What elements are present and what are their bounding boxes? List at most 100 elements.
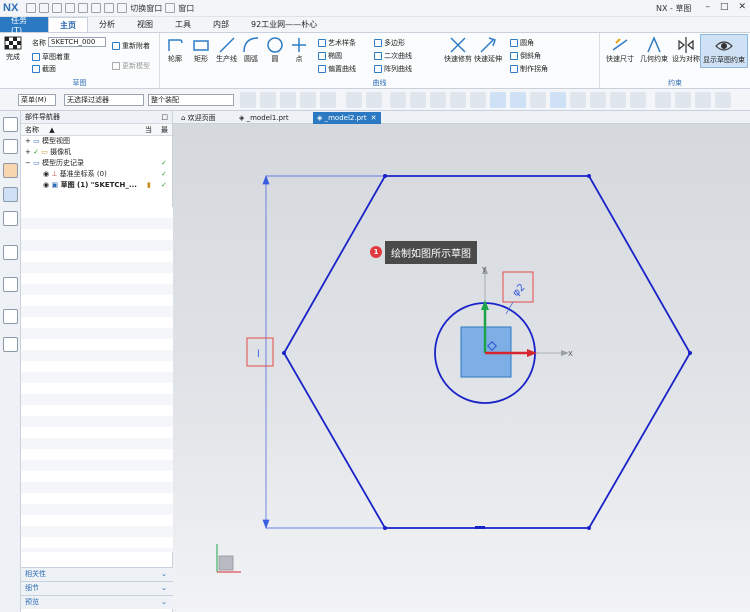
system-materials-icon[interactable] xyxy=(3,337,18,352)
line-snap-icon[interactable] xyxy=(430,92,446,108)
expand-icon[interactable]: + xyxy=(25,137,31,145)
make-corner-button[interactable]: 制作拐角 xyxy=(510,64,548,74)
tab-analysis[interactable]: 分析 xyxy=(88,17,126,32)
tab-view[interactable]: 视图 xyxy=(126,17,164,32)
polygon-button[interactable]: 多边形 xyxy=(374,38,405,48)
dependencies-panel[interactable]: 相关性 ⌄ xyxy=(21,567,173,581)
shaded-cube-icon[interactable] xyxy=(366,92,382,108)
graphics-window[interactable]: l φ2 Y X 1 绘制如图所示草图 xyxy=(173,124,750,612)
print-icon[interactable] xyxy=(104,3,115,13)
reattach-button[interactable]: 重新附着 xyxy=(112,41,150,51)
command-finder-icon[interactable] xyxy=(117,3,128,13)
move-icon[interactable] xyxy=(320,92,336,108)
constraint-navigator-icon[interactable] xyxy=(3,163,18,178)
expand-icon[interactable]: + xyxy=(25,148,31,156)
point-tool-button[interactable]: 点 xyxy=(290,36,308,64)
snap-icon[interactable] xyxy=(260,92,276,108)
set-symmetric-button[interactable]: 设为对称 xyxy=(672,36,700,64)
pattern-curve-button[interactable]: 阵列曲线 xyxy=(374,64,412,74)
finish-button[interactable]: 完成 xyxy=(4,36,22,62)
existing-point-icon[interactable] xyxy=(610,92,626,108)
window-menu-button[interactable]: 窗口 xyxy=(178,3,194,14)
tangent-icon[interactable] xyxy=(450,92,466,108)
height-dimension-text[interactable]: l xyxy=(257,349,260,360)
tree-item-cameras[interactable]: + ✓ ▭ 摄像机 xyxy=(21,147,172,158)
tab-model2[interactable]: ◈ _model2.prt ✕ xyxy=(313,112,381,124)
window-menu-icon[interactable] xyxy=(165,3,176,13)
close-tab-icon[interactable]: ✕ xyxy=(371,114,377,122)
hd3d-icon[interactable] xyxy=(3,245,18,260)
minimize-icon[interactable]: – xyxy=(705,2,710,12)
chamfer-button[interactable]: 倒斜角 xyxy=(510,51,541,61)
tree-item-model-history[interactable]: − ▭ 模型历史记录 ✓ xyxy=(21,158,172,169)
close-icon[interactable]: ✕ xyxy=(738,2,746,12)
tab-custom[interactable]: 92工业网——朴心 xyxy=(240,17,328,32)
height-dimension-box[interactable] xyxy=(246,337,274,367)
history-icon[interactable] xyxy=(3,309,18,324)
studio-spline-button[interactable]: 艺术样条 xyxy=(318,38,356,48)
zoom-icon[interactable] xyxy=(675,92,691,108)
gear-icon[interactable] xyxy=(3,117,18,132)
maximize-panel-icon[interactable]: □ xyxy=(161,111,168,124)
tab-task[interactable]: 任务(T) xyxy=(0,16,48,35)
center-point-icon[interactable] xyxy=(550,92,566,108)
part-navigator-icon[interactable] xyxy=(3,187,18,202)
tab-welcome-page[interactable]: ⌂ 欢迎页面 xyxy=(177,112,220,124)
end-point-icon[interactable] xyxy=(490,92,506,108)
on-curve-icon[interactable] xyxy=(590,92,606,108)
web-browser-icon[interactable] xyxy=(3,277,18,292)
conic-button[interactable]: 二次曲线 xyxy=(374,51,412,61)
menu-button[interactable]: 菜单(M) xyxy=(18,94,56,106)
render-style-icon[interactable] xyxy=(715,92,731,108)
point-snap-icon[interactable] xyxy=(300,92,316,108)
filter-icon[interactable] xyxy=(280,92,296,108)
mid-point-icon[interactable] xyxy=(510,92,526,108)
quick-extend-button[interactable]: 快速延伸 xyxy=(474,36,502,64)
paste-icon[interactable] xyxy=(52,3,63,13)
view-fit-icon[interactable] xyxy=(655,92,671,108)
preview-panel[interactable]: 预览 ⌄ xyxy=(21,595,173,609)
tree-item-model-views[interactable]: + ▭ 模型视图 xyxy=(21,136,172,147)
reuse-library-icon[interactable] xyxy=(3,211,18,226)
tab-internal[interactable]: 内部 xyxy=(202,17,240,32)
arc-tool-button[interactable]: 圆弧 xyxy=(242,36,260,64)
column-latest[interactable]: 最 xyxy=(161,124,168,136)
maximize-icon[interactable]: □ xyxy=(720,2,729,12)
curve-snap-icon[interactable] xyxy=(470,92,486,108)
cut-icon[interactable] xyxy=(91,3,102,13)
geometric-constraint-button[interactable]: 几何约束 xyxy=(640,36,668,64)
height-dimension[interactable] xyxy=(262,175,383,529)
collapse-icon[interactable]: − xyxy=(25,159,31,167)
fillet-button[interactable]: 圆角 xyxy=(510,38,534,48)
visibility-eye-icon[interactable]: ◉ xyxy=(43,181,49,189)
filter-select[interactable]: 无选择过滤器 xyxy=(64,94,144,106)
switch-window-button[interactable]: 切换窗口 xyxy=(130,3,162,14)
quick-trim-button[interactable]: 快速修剪 xyxy=(444,36,472,64)
profile-view-button[interactable]: 截面 xyxy=(32,64,56,74)
column-name[interactable]: 名称 xyxy=(25,126,39,134)
sketch-name-select[interactable]: SKETCH_000 xyxy=(48,37,106,47)
cube-view-icon[interactable] xyxy=(346,92,362,108)
select-icon[interactable] xyxy=(240,92,256,108)
column-current[interactable]: 当 xyxy=(145,124,152,136)
show-sketch-constraints-button[interactable]: 显示草图约束 xyxy=(700,34,748,68)
tab-home[interactable]: 主页 xyxy=(48,17,88,32)
crosshair-icon[interactable] xyxy=(410,92,426,108)
profile-tool-button[interactable]: 轮廓 xyxy=(166,36,184,64)
tab-model1[interactable]: ◈ _model1.prt xyxy=(235,112,293,124)
assembly-scope-select[interactable]: 整个装配 xyxy=(148,94,234,106)
update-model-button[interactable]: 更新模型 xyxy=(112,61,150,71)
quadrant-icon[interactable] xyxy=(570,92,586,108)
rectangle-tool-button[interactable]: 矩形 xyxy=(192,36,210,64)
details-panel[interactable]: 细节 ⌄ xyxy=(21,581,173,595)
tree-item-sketch[interactable]: ◉ ▣ 草图 (1) "SKETCH_... ▮ ✓ xyxy=(21,180,172,191)
sort-up-icon[interactable]: ▲ xyxy=(49,126,54,134)
redo-icon[interactable] xyxy=(78,3,89,13)
save-icon[interactable] xyxy=(26,3,37,13)
line-tool-button[interactable]: 生产线 xyxy=(216,36,237,64)
tab-tools[interactable]: 工具 xyxy=(164,17,202,32)
undo-icon[interactable] xyxy=(65,3,76,13)
copy-icon[interactable] xyxy=(39,3,50,13)
quick-dimension-button[interactable]: 快速尺寸 xyxy=(606,36,634,64)
tree-item-datum-csys[interactable]: ◉ ⊥ 基准坐标系 (0) ✓ xyxy=(21,169,172,180)
